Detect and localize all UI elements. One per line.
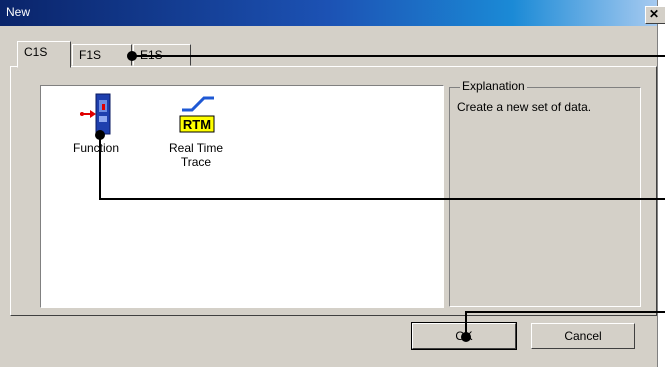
- tab-label: E1S: [140, 48, 163, 62]
- title-bar[interactable]: New ✕: [0, 0, 665, 26]
- ok-label: OK: [455, 329, 473, 343]
- function-module-icon: [80, 93, 111, 135]
- tab-e1s[interactable]: E1S: [133, 44, 191, 66]
- explanation-groupbox: [449, 87, 641, 307]
- red-arrow-icon: [80, 110, 96, 118]
- tab-c1s[interactable]: C1S: [17, 41, 71, 68]
- explanation-legend: Explanation: [460, 79, 527, 93]
- icon-list[interactable]: Function RTM Real Time Trace: [40, 85, 444, 308]
- item-label: Function: [72, 141, 120, 155]
- close-button[interactable]: ✕: [645, 6, 665, 24]
- tab-f1s[interactable]: F1S: [72, 44, 132, 66]
- close-icon: ✕: [649, 7, 660, 21]
- explanation-text: Create a new set of data.: [457, 100, 592, 114]
- ok-button[interactable]: OK: [411, 322, 517, 350]
- cancel-button[interactable]: Cancel: [531, 323, 635, 349]
- item-label-line1: Real Time: [168, 141, 224, 155]
- window-title: New: [6, 5, 31, 19]
- dialog-window: New ✕ C1S F1S E1S Function RTM Real Time…: [0, 0, 665, 367]
- rtm-icon: RTM: [179, 96, 215, 133]
- item-label-line2: Trace: [180, 155, 212, 169]
- item-function[interactable]: Function: [61, 90, 131, 155]
- tab-label: F1S: [79, 48, 102, 62]
- rtm-icon-text: RTM: [183, 117, 211, 132]
- cancel-label: Cancel: [564, 329, 602, 343]
- item-real-time-trace[interactable]: RTM Real Time Trace: [151, 90, 241, 169]
- tab-label: C1S: [24, 45, 48, 59]
